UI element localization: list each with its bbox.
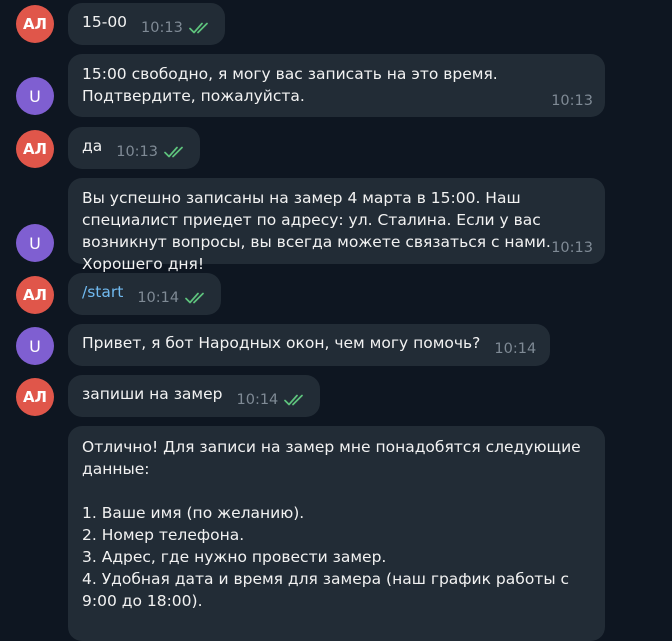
message-time: 10:14	[137, 290, 180, 306]
message-bubble: 15-00 10:13	[68, 3, 225, 45]
message-time: 10:14	[494, 341, 537, 357]
message-text: 15:00 свободно, я могу вас записать на э…	[82, 65, 503, 105]
message-time: 10:13	[116, 144, 159, 160]
message-bubble: 15:00 свободно, я могу вас записать на э…	[68, 54, 605, 117]
avatar[interactable]: U	[16, 327, 54, 365]
message-bubble: Вы успешно записаны на замер 4 марта в 1…	[68, 178, 605, 273]
message-time: 10:14	[236, 392, 279, 408]
message-bubble: Отлично! Для записи на замер мне понадоб…	[68, 426, 605, 641]
message-bubble: /start 10:14	[68, 273, 222, 315]
message-text: 15-00	[82, 13, 128, 31]
message-text: Отлично! Для записи на замер мне понадоб…	[82, 438, 581, 610]
message-text: Привет, я бот Народных окон, чем могу по…	[82, 334, 481, 352]
message-bubble: запиши на замер 10:14	[68, 375, 321, 417]
avatar[interactable]: АЛ	[16, 130, 54, 168]
command-link[interactable]: /start	[82, 283, 123, 301]
message-time: 10:13	[551, 240, 593, 256]
message-text: Вы успешно записаны на замер 4 марта в 1…	[82, 189, 556, 273]
message-bubble: Привет, я бот Народных окон, чем могу по…	[68, 324, 551, 366]
message-time: 10:13	[141, 20, 183, 36]
double-check-icon	[284, 394, 304, 406]
avatar[interactable]: АЛ	[16, 5, 54, 43]
double-check-icon	[164, 146, 183, 158]
message-time: 10:13	[551, 93, 593, 109]
avatar[interactable]: U	[16, 224, 54, 262]
message-text: запиши на замер	[82, 385, 223, 403]
double-check-icon	[185, 292, 204, 304]
double-check-icon	[188, 22, 208, 34]
message-bubble: да 10:13	[68, 127, 201, 169]
avatar[interactable]: АЛ	[16, 378, 54, 416]
avatar[interactable]: U	[16, 77, 54, 115]
avatar[interactable]: АЛ	[16, 276, 54, 314]
message-text: да	[82, 137, 103, 155]
